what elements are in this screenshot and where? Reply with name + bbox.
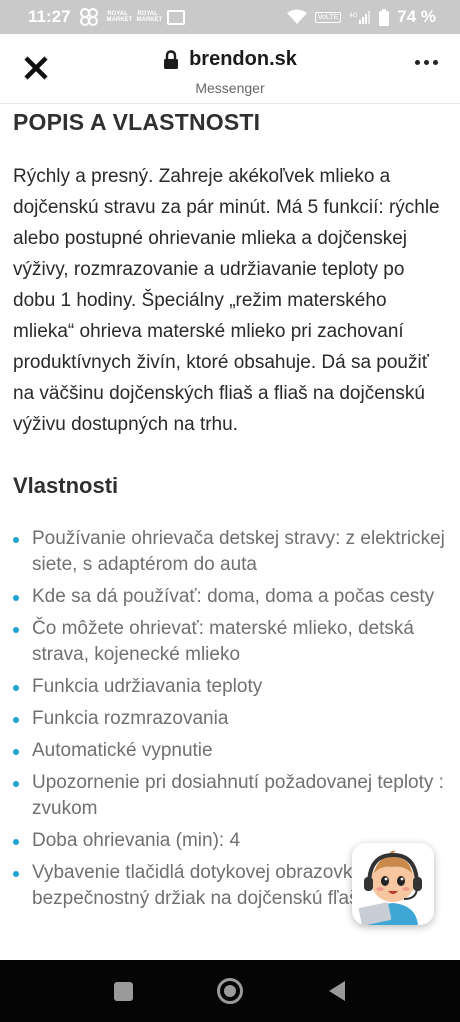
recent-apps-button[interactable] xyxy=(103,971,143,1011)
status-left: 11:27 ROYAL MARKET ROYAL MARKET xyxy=(28,7,185,27)
list-item: Používanie ohrievača detskej stravy: z e… xyxy=(13,526,453,578)
home-icon xyxy=(216,978,243,1004)
feature-text: Vybavenie tlačidlá dotykovej obrazovky, … xyxy=(32,862,370,909)
page-content: POPIS A VLASTNOSTI Rýchly a presný. Zahr… xyxy=(13,104,453,960)
home-button[interactable] xyxy=(210,971,250,1011)
section-title: POPIS A VLASTNOSTI xyxy=(13,109,261,135)
feature-text: Funkcia rozmrazovania xyxy=(32,708,229,729)
status-right: VoLTE 4G 74 % xyxy=(286,7,436,27)
feature-text: Upozornenie pri dosiahnutí požadovanej t… xyxy=(32,772,444,819)
bullet-icon xyxy=(13,685,19,691)
feature-text: Používanie ohrievača detskej stravy: z e… xyxy=(32,528,445,575)
feature-text: Kde sa dá používať: doma, doma a počas c… xyxy=(32,586,435,607)
recent-apps-icon xyxy=(113,981,133,1001)
bullet-icon xyxy=(13,627,19,633)
list-item: Upozornenie pri dosiahnutí požadovanej t… xyxy=(13,770,453,822)
signal-icon: 4G xyxy=(349,11,371,24)
url-line: brendon.sk xyxy=(163,48,297,71)
url-area[interactable]: brendon.sk Messenger xyxy=(0,48,460,96)
browser-header: brendon.sk Messenger xyxy=(0,34,460,104)
chat-support-button[interactable] xyxy=(352,843,434,925)
bullet-icon xyxy=(13,871,19,877)
list-item: Automatické vypnutie xyxy=(13,738,453,764)
bullet-icon xyxy=(13,781,19,787)
more-vertical-icon xyxy=(415,60,420,65)
bullet-icon xyxy=(13,595,19,601)
bullet-icon xyxy=(13,537,19,543)
wifi-icon xyxy=(286,9,307,24)
more-vertical-icon xyxy=(433,60,438,65)
navigation-bar xyxy=(0,960,460,1022)
battery-percentage: 74 % xyxy=(397,7,436,26)
list-item: Čo môžete ohrievať: materské mlieko, det… xyxy=(13,616,453,668)
url-source: Messenger xyxy=(195,79,265,96)
back-button[interactable] xyxy=(317,971,357,1011)
list-item: Kde sa dá používať: doma, doma a počas c… xyxy=(13,584,453,610)
royal-logo-icon: ROYAL MARKET xyxy=(106,11,133,23)
status-time: 11:27 xyxy=(28,7,71,26)
feature-text: Čo môžete ohrievať: materské mlieko, det… xyxy=(32,618,415,665)
bullet-icon xyxy=(13,749,19,755)
bullet-icon xyxy=(13,839,19,845)
news-icon xyxy=(166,9,185,25)
features-title: Vlastnosti xyxy=(13,473,119,498)
back-icon xyxy=(328,981,345,1001)
feature-text: Funkcia udržiavania teploty xyxy=(32,676,263,697)
product-description: Rýchly a presný. Zahreje akékoľvek mliek… xyxy=(13,166,440,435)
feature-text: Automatické vypnutie xyxy=(32,740,213,761)
support-avatar-icon xyxy=(352,843,434,925)
bullet-icon xyxy=(13,717,19,723)
list-item: Funkcia rozmrazovania xyxy=(13,706,453,732)
volte-badge: VoLTE xyxy=(314,11,342,23)
url-text: brendon.sk xyxy=(189,48,297,70)
more-vertical-icon xyxy=(424,60,429,65)
more-options-button[interactable] xyxy=(415,60,438,65)
status-bar: 11:27 ROYAL MARKET ROYAL MARKET VoLTE 4G… xyxy=(0,0,460,34)
svg-text:4G: 4G xyxy=(349,12,358,19)
list-item: Funkcia udržiavania teploty xyxy=(13,674,453,700)
lock-icon xyxy=(164,49,179,69)
battery-icon xyxy=(379,8,390,26)
royal-logo-icon: ROYAL MARKET xyxy=(136,11,163,23)
feature-text: Doba ohrievania (min): 4 xyxy=(32,830,241,851)
pinwheel-icon xyxy=(79,8,98,26)
